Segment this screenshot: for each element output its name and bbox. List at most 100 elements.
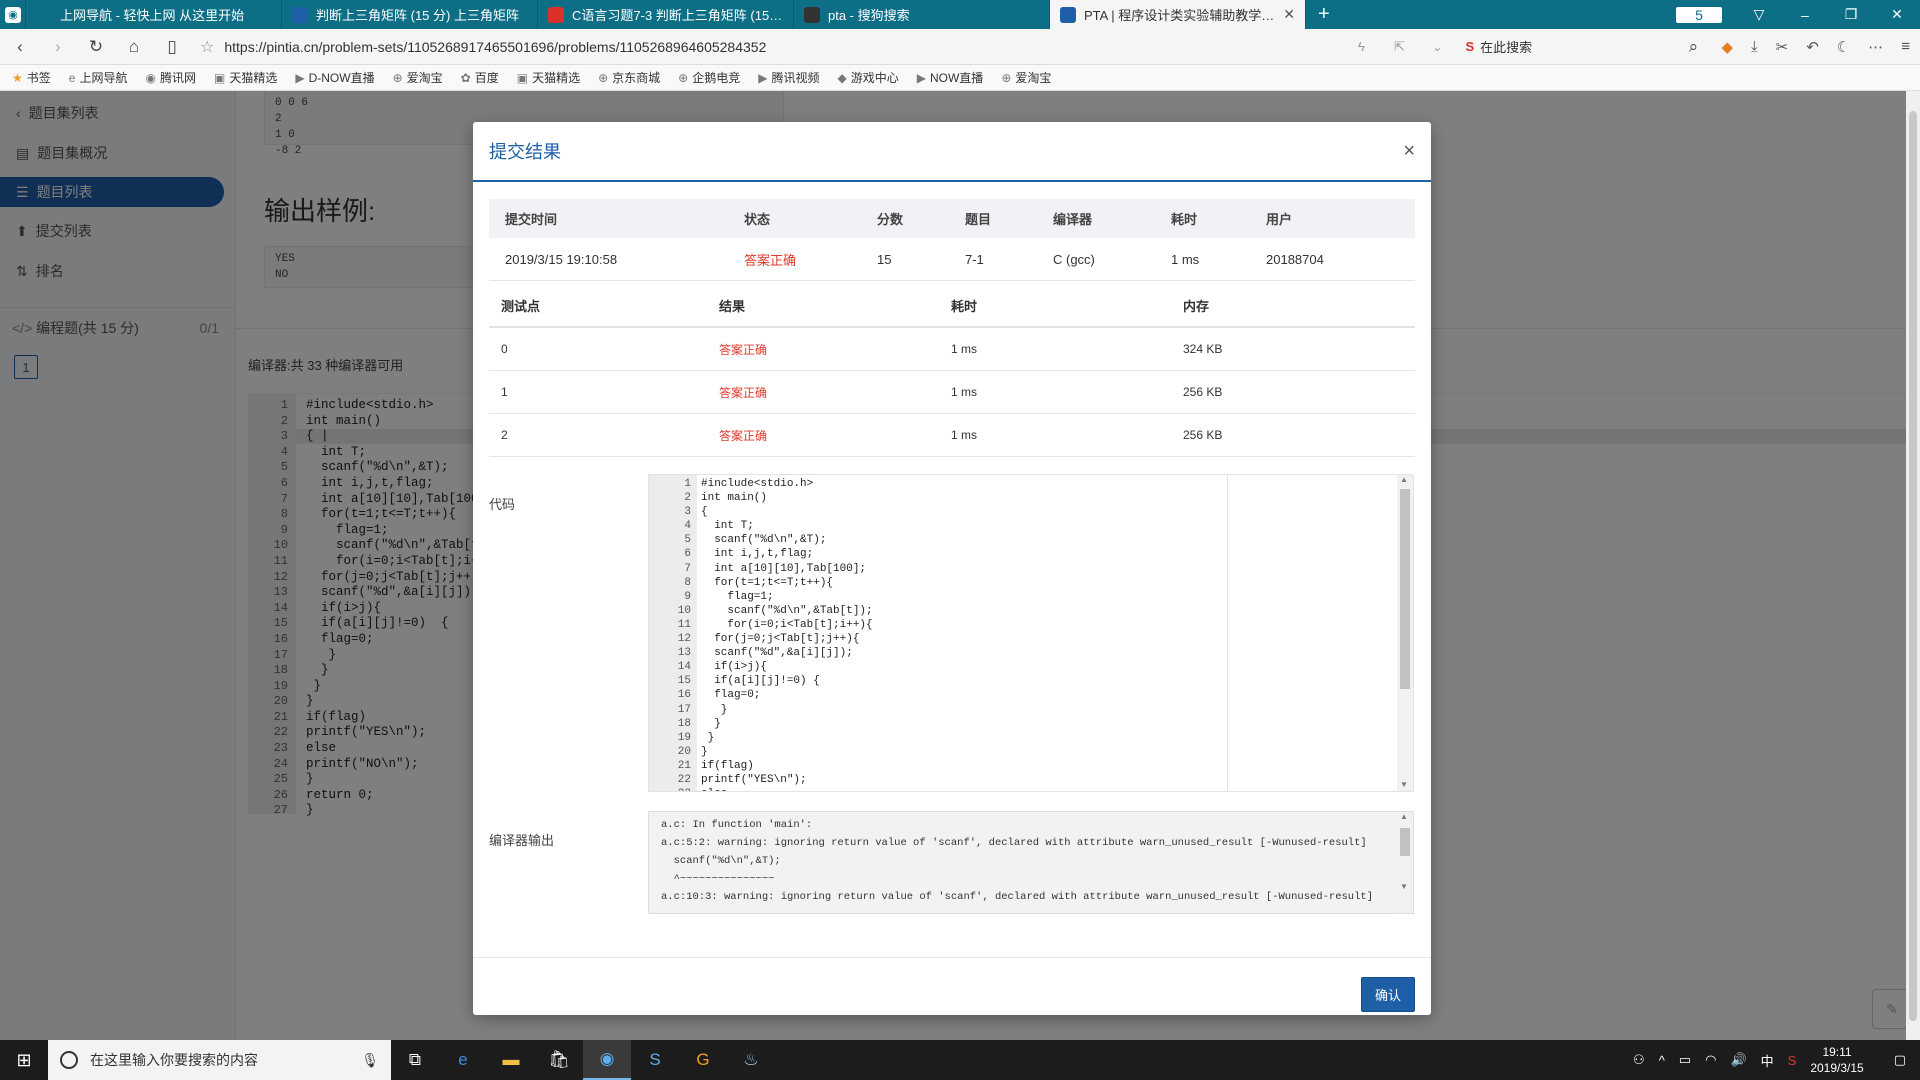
bookmark-label: 百度	[474, 71, 499, 85]
bookmark-label: 天猫精选	[229, 71, 278, 85]
scroll-down-icon[interactable]: ▼	[1400, 882, 1408, 891]
bookmark-item[interactable]: ⊕ 爱淘宝	[393, 69, 443, 86]
sogou-ime-icon[interactable]: S	[1788, 1053, 1797, 1068]
code-scrollbar[interactable]: ▲ ▼	[1397, 475, 1413, 791]
battery-icon[interactable]: ▭	[1679, 1052, 1691, 1068]
download-icon[interactable]: ⤓	[1751, 38, 1758, 56]
browser-tab-4[interactable]: PTA | 程序设计类实验辅助教学平台 ✕	[1050, 0, 1306, 29]
reload-icon[interactable]: ↻	[86, 37, 106, 57]
new-tab-button[interactable]: +	[1306, 0, 1342, 29]
url-field[interactable]: ☆ https://pintia.cn/problem-sets/1105268…	[200, 34, 1333, 60]
tray-expand-icon[interactable]: ^	[1659, 1053, 1665, 1068]
reader-icon[interactable]: ▯	[162, 37, 182, 57]
browser-tab-2[interactable]: C语言习题7-3 判断上三角矩阵 (15 分	[538, 0, 794, 29]
back-icon[interactable]: ‹	[10, 37, 30, 57]
bookmark-icon: ◆	[837, 70, 847, 85]
scroll-down-icon[interactable]: ▼	[1400, 780, 1408, 789]
code-line: for(i=0;i<Tab[t];i++){	[701, 618, 873, 631]
dropdown-icon[interactable]: ⌄	[1427, 40, 1447, 54]
line-number: 19	[677, 731, 691, 744]
bookmark-label: 书签	[26, 71, 51, 85]
code-scroll-thumb[interactable]	[1400, 489, 1410, 689]
bookmark-item[interactable]: ▣ 天猫精选	[517, 69, 580, 86]
night-mode-icon[interactable]: ☾	[1837, 38, 1850, 56]
scissors-icon[interactable]: ✂	[1776, 38, 1789, 56]
scroll-up-icon[interactable]: ▲	[1400, 812, 1408, 821]
close-tab-icon[interactable]: ✕	[1283, 6, 1295, 23]
tab-title: 上网导航 - 轻快上网 从这里开始	[60, 8, 245, 23]
search-box[interactable]: S 在此搜索	[1465, 34, 1665, 60]
line-number: 14	[677, 661, 691, 674]
windows-start-icon[interactable]: ⊞	[0, 1040, 48, 1080]
taskbar-search[interactable]: 在这里输入你要搜索的内容 🎙	[48, 1040, 391, 1080]
testcase-cell: 答案正确	[719, 428, 768, 443]
output-scrollbar[interactable]: ▲ ▼	[1397, 812, 1413, 913]
bookmark-icon: ▣	[213, 70, 226, 85]
home-icon[interactable]: ⌂	[124, 37, 144, 57]
browser-tab-3[interactable]: pta - 搜狗搜索	[794, 0, 1050, 29]
undo-icon[interactable]: ↶	[1806, 38, 1819, 56]
forward-icon[interactable]: ›	[48, 37, 68, 57]
bookmark-item[interactable]: ◉ 腾讯网	[145, 69, 196, 86]
clock-time: 19:11	[1822, 1045, 1852, 1059]
bookmark-item[interactable]: ▶ D-NOW直播	[295, 69, 374, 86]
lightning-icon[interactable]: ϟ	[1351, 39, 1371, 54]
line-number: 5	[684, 534, 691, 547]
browser-tab-0[interactable]: 上网导航 - 轻快上网 从这里开始	[26, 0, 282, 29]
more-icon[interactable]: ⋯	[1868, 38, 1883, 56]
people-icon[interactable]: ⚇	[1633, 1052, 1645, 1068]
address-bar: ‹ › ↻ ⌂ ▯ ☆ https://pintia.cn/problem-se…	[0, 29, 1920, 65]
ime-indicator[interactable]: 中	[1761, 1051, 1774, 1070]
edge-icon[interactable]: e	[439, 1040, 487, 1080]
notification-icon[interactable]: ▢	[1894, 1052, 1906, 1068]
bookmark-item[interactable]: ⊕ 爱淘宝	[1001, 69, 1051, 86]
menu-icon[interactable]: ≡	[1901, 38, 1910, 56]
line-number: 12	[677, 633, 691, 646]
store-icon[interactable]: 🛍	[535, 1040, 583, 1080]
close-window-button[interactable]: ✕	[1874, 6, 1920, 23]
bookmark-item[interactable]: ⊕ 京东商城	[598, 69, 660, 86]
browser-menu-icon[interactable]: ◉	[0, 0, 26, 29]
bookmark-item[interactable]: ▶ 腾讯视频	[758, 69, 819, 86]
skin-icon[interactable]: ▽	[1736, 6, 1782, 23]
file-explorer-icon[interactable]: ▬	[487, 1040, 535, 1080]
microphone-icon[interactable]: 🎙	[361, 1052, 379, 1069]
confirm-button[interactable]: 确认	[1361, 977, 1415, 1012]
summary-header-cell: 耗时	[1171, 212, 1198, 227]
code-line: }	[701, 703, 728, 716]
search-icon[interactable]: ⌕	[1683, 37, 1703, 57]
task-view-icon[interactable]: ⧉	[391, 1040, 439, 1080]
bookmark-item[interactable]: e 上网导航	[69, 69, 128, 86]
qq-browser-icon[interactable]: ◉	[583, 1040, 631, 1080]
output-scroll-thumb[interactable]	[1400, 828, 1410, 856]
url-text[interactable]: https://pintia.cn/problem-sets/110526891…	[224, 39, 766, 55]
wifi-icon[interactable]: ◠	[1705, 1052, 1716, 1068]
minimize-button[interactable]: –	[1782, 7, 1828, 23]
sogou-browser-icon[interactable]: S	[631, 1040, 679, 1080]
summary-cell[interactable]: 答案正确	[744, 250, 877, 269]
app-g-icon[interactable]: G	[679, 1040, 727, 1080]
compiler-output-box[interactable]: a.c: In function 'main': a.c:5:2: warnin…	[648, 811, 1414, 914]
share-icon[interactable]: ⇱	[1389, 39, 1409, 55]
bookmark-item[interactable]: ★ 书签	[12, 69, 51, 86]
browser-logo-icon	[36, 6, 52, 23]
volume-icon[interactable]: 🔊	[1730, 1052, 1746, 1068]
page-scrollbar[interactable]	[1906, 91, 1920, 1040]
doc-icon	[292, 6, 308, 23]
game-icon[interactable]: ◆	[1721, 38, 1733, 56]
testcase-row: 1 答案正确 1 ms 256 KB	[489, 371, 1415, 414]
bookmark-item[interactable]: ▣ 天猫精选	[214, 69, 277, 86]
submitted-code-viewer[interactable]: 1234567891011121314151617181920212223 #i…	[648, 474, 1414, 792]
browser-tab-1[interactable]: 判断上三角矩阵 (15 分) 上三角矩阵	[282, 0, 538, 29]
bookmark-item[interactable]: ✿ 百度	[461, 69, 499, 86]
bookmark-item[interactable]: ◆ 游戏中心	[838, 69, 899, 86]
scroll-up-icon[interactable]: ▲	[1400, 475, 1408, 484]
tab-count-badge[interactable]: 5	[1676, 6, 1722, 23]
clock[interactable]: 19:11 2019/3/15	[1810, 1044, 1863, 1076]
bookmark-item[interactable]: ▶ NOW直播	[917, 69, 984, 86]
steam-icon[interactable]: ♨	[727, 1040, 775, 1080]
close-icon[interactable]: ×	[1403, 140, 1415, 163]
restore-button[interactable]: ❐	[1828, 6, 1874, 23]
bookmark-item[interactable]: ⊕ 企鹅电竞	[678, 69, 740, 86]
star-icon[interactable]: ☆	[200, 37, 214, 57]
